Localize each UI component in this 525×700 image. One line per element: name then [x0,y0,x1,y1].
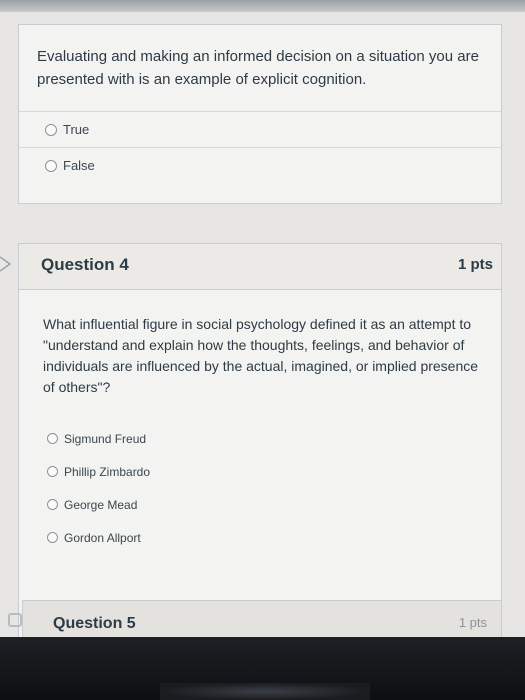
answer-true[interactable]: True [19,111,501,147]
radio-gordon-allport[interactable] [47,532,58,543]
question-5-points: 1 pts [458,615,487,630]
question-4-header: Question 4 1 pts [19,244,501,290]
flag-question-icon[interactable] [0,256,11,272]
radio-true[interactable] [45,123,57,136]
radio-false[interactable] [45,159,57,172]
radio-george-mead[interactable] [47,499,58,510]
answer-sigmund-freud[interactable]: Sigmund Freud [43,422,150,455]
question-3-card: Evaluating and making an informed decisi… [18,24,502,204]
answer-false-label: False [63,158,95,173]
answer-george-mead[interactable]: George Mead [43,488,150,521]
question-3-text: Evaluating and making an informed decisi… [37,48,479,88]
question-4-title: Question 4 [41,255,129,274]
question-4-card: Question 4 1 pts What influential figure… [18,243,502,638]
question-5-title: Question 5 [53,615,136,632]
answer-gordon-allport-label: Gordon Allport [64,530,141,545]
question-4-text: What influential figure in social psycho… [43,316,479,395]
bezel-reflection [160,683,370,700]
flag-question-5-icon[interactable] [8,613,22,627]
answer-gordon-allport[interactable]: Gordon Allport [43,521,150,554]
answer-true-label: True [63,122,90,137]
answer-false[interactable]: False [19,147,501,183]
answer-phillip-zimbardo[interactable]: Phillip Zimbardo [43,455,150,488]
question-4-points: 1 pts [457,256,493,273]
answer-george-mead-label: George Mead [64,497,138,512]
top-strip [0,0,525,12]
answer-phillip-zimbardo-label: Phillip Zimbardo [64,464,151,479]
radio-sigmund-freud[interactable] [47,433,58,444]
radio-phillip-zimbardo[interactable] [47,466,58,477]
answer-sigmund-freud-label: Sigmund Freud [64,431,147,446]
question-4-answers: Sigmund Freud Phillip Zimbardo George Me… [43,422,150,554]
